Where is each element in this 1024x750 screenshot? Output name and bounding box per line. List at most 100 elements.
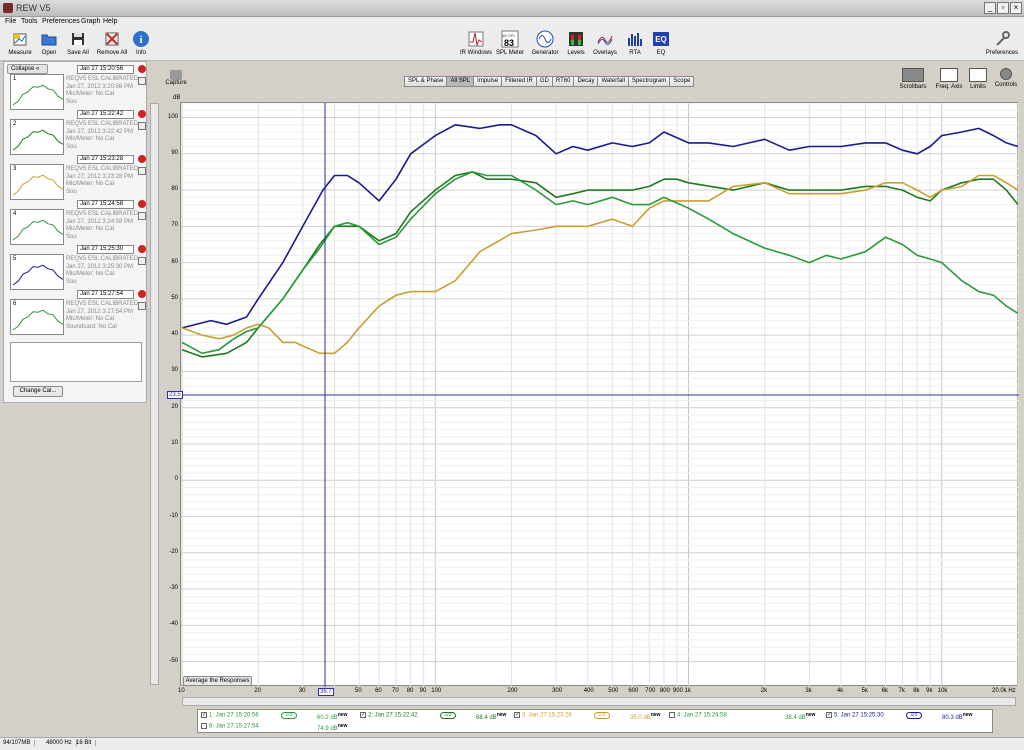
edit-icon[interactable] bbox=[138, 135, 146, 143]
legend-checkbox[interactable] bbox=[669, 712, 675, 718]
thumbnail-curve bbox=[12, 84, 64, 106]
preferences-button[interactable]: Preferences bbox=[982, 30, 1022, 60]
legend-checkbox[interactable]: ✓ bbox=[360, 712, 366, 718]
edit-icon[interactable] bbox=[138, 315, 146, 323]
tab-spl-phase[interactable]: SPL & Phase bbox=[404, 76, 448, 87]
legend-level: 38.4 dBnew bbox=[785, 712, 816, 721]
y-tick-label: -20 bbox=[169, 548, 178, 555]
menu-tools[interactable]: Tools bbox=[21, 18, 37, 25]
spl-graph[interactable] bbox=[180, 102, 1019, 687]
edit-icon[interactable] bbox=[138, 180, 146, 188]
ir-windows-button[interactable]: IR Windows bbox=[458, 30, 494, 60]
edit-icon[interactable] bbox=[138, 270, 146, 278]
tab-gd[interactable]: GD bbox=[535, 76, 553, 87]
cal-checkbox[interactable] bbox=[138, 167, 146, 175]
menu-help[interactable]: Help bbox=[103, 18, 117, 25]
tab-all-spl[interactable]: All SPL bbox=[446, 76, 475, 87]
smoothing-selector[interactable]: 1/3 bbox=[440, 712, 456, 719]
delete-measurement-icon[interactable] bbox=[138, 245, 146, 253]
smoothing-selector[interactable]: 1/3 bbox=[594, 712, 610, 719]
measurement-name-field[interactable]: Jan 27 15:20:56 bbox=[77, 65, 134, 74]
freq-axis-button[interactable]: Freq. Axis bbox=[932, 68, 966, 90]
measurement-thumbnail[interactable]: 3 bbox=[10, 164, 64, 200]
vertical-scrollbar[interactable] bbox=[150, 103, 159, 685]
x-tick-label: 300 bbox=[552, 688, 563, 694]
measurement-thumbnail[interactable]: 5 bbox=[10, 254, 64, 290]
smoothing-badge[interactable]: 1/3 bbox=[594, 712, 610, 719]
limits-button[interactable]: Limits bbox=[966, 68, 990, 90]
menu-graph[interactable]: Graph bbox=[81, 18, 100, 25]
cal-checkbox[interactable] bbox=[138, 122, 146, 130]
legend-checkbox[interactable] bbox=[201, 723, 207, 729]
measurement-thumbnail[interactable]: 4 bbox=[10, 209, 64, 245]
tab-decay[interactable]: Decay bbox=[573, 76, 599, 87]
change-cal-button[interactable]: Change Cal... bbox=[13, 386, 63, 397]
controls-button[interactable]: Controls bbox=[993, 68, 1019, 88]
measurement-info: REQV5 ESL CALIBRATED Jan 27, 2012 3:22:42… bbox=[66, 121, 139, 150]
smoothing-selector[interactable]: 1/3 bbox=[281, 712, 297, 719]
x-tick-label: 20 bbox=[254, 688, 261, 694]
cal-checkbox[interactable] bbox=[138, 77, 146, 85]
capture-button[interactable]: Capture bbox=[165, 70, 187, 86]
x-tick-label: 100 bbox=[431, 688, 442, 694]
legend-checkbox[interactable]: ✓ bbox=[514, 712, 520, 718]
close-button[interactable]: × bbox=[1010, 2, 1022, 14]
delete-measurement-icon[interactable] bbox=[138, 200, 146, 208]
tab-spectrogram[interactable]: Spectrogram bbox=[627, 76, 671, 87]
notes-area[interactable] bbox=[10, 342, 142, 382]
eq-button[interactable]: EQ EQ bbox=[643, 30, 679, 60]
measurement-thumbnail[interactable]: 2 bbox=[10, 119, 64, 155]
cal-checkbox[interactable] bbox=[138, 302, 146, 310]
y-tick-label: 70 bbox=[171, 222, 178, 229]
legend-checkbox[interactable]: ✓ bbox=[826, 712, 832, 718]
legend-label: 4: Jan 27 15:24:58 bbox=[677, 712, 727, 719]
horizontal-scrollbar[interactable] bbox=[182, 697, 1016, 706]
smoothing-badge[interactable]: 1/3 bbox=[440, 712, 456, 719]
menu-file[interactable]: File bbox=[5, 18, 16, 25]
delete-measurement-icon[interactable] bbox=[138, 65, 146, 73]
tab-impulse[interactable]: Impulse bbox=[473, 76, 503, 87]
smoothing-badge[interactable]: 1/3 bbox=[281, 712, 297, 719]
legend-new-tag: new bbox=[805, 712, 816, 718]
status-bar: 94/107MB 48000 Hz 16 Bit bbox=[0, 737, 1024, 750]
spl-meter-button[interactable]: dB SPL 83 SPL Meter bbox=[492, 30, 528, 60]
measurement-item[interactable]: 6 Jan 27 15:27:54 REQV5 ESL CALIBRATED Jan … bbox=[7, 290, 146, 341]
edit-icon[interactable] bbox=[138, 90, 146, 98]
smoothing-badge[interactable]: 1/3 bbox=[906, 712, 922, 719]
tab-waterfall[interactable]: Waterfall bbox=[597, 76, 629, 87]
measurement-name-field[interactable]: Jan 27 15:24:58 bbox=[77, 200, 134, 209]
measurement-name-field[interactable]: Jan 27 15:27:54 bbox=[77, 290, 134, 299]
cal-checkbox[interactable] bbox=[138, 257, 146, 265]
sample-rate-status: 48000 Hz bbox=[46, 740, 77, 746]
rew-window: REW V5 _ ▫ × File Tools Preferences Grap… bbox=[0, 0, 1024, 750]
sine-icon bbox=[536, 30, 554, 48]
scrollbars-button[interactable]: Scrollbars bbox=[898, 68, 928, 90]
legend-level: 60.2 dBnew bbox=[317, 712, 348, 721]
tab-rt60[interactable]: RT60 bbox=[551, 76, 575, 87]
delete-measurement-icon[interactable] bbox=[138, 290, 146, 298]
save-all-button[interactable]: Save All bbox=[60, 30, 96, 60]
smoothing-selector[interactable]: 1/3 bbox=[906, 712, 922, 719]
delete-measurement-icon[interactable] bbox=[138, 110, 146, 118]
average-responses-button[interactable]: Average the Responses bbox=[183, 676, 252, 686]
tab-scope[interactable]: Scope bbox=[669, 76, 695, 87]
measurement-name-field[interactable]: Jan 27 15:23:28 bbox=[77, 155, 134, 164]
restore-button[interactable]: ▫ bbox=[997, 2, 1009, 14]
legend-item: 4: Jan 27 15:24:58 bbox=[669, 712, 727, 719]
cal-checkbox[interactable] bbox=[138, 212, 146, 220]
y-tick-label: 0 bbox=[174, 476, 178, 483]
menu-preferences[interactable]: Preferences bbox=[42, 18, 80, 25]
minimize-button[interactable]: _ bbox=[984, 2, 996, 14]
measurement-thumbnail[interactable]: 6 bbox=[10, 299, 64, 335]
edit-icon[interactable] bbox=[138, 225, 146, 233]
y-tick-label: 40 bbox=[171, 331, 178, 338]
measurement-thumbnail[interactable]: 1 bbox=[10, 74, 64, 110]
x-tick-label: 80 bbox=[406, 688, 414, 694]
legend-checkbox[interactable]: ✓ bbox=[201, 712, 207, 718]
measurement-name-field[interactable]: Jan 27 15:25:30 bbox=[77, 245, 134, 254]
window-title: REW V5 bbox=[16, 3, 51, 13]
info-button[interactable]: i Info bbox=[123, 30, 159, 60]
measurement-name-field[interactable]: Jan 27 15:22:42 bbox=[77, 110, 134, 119]
tab-filtered-ir[interactable]: Filtered IR bbox=[501, 76, 537, 87]
delete-measurement-icon[interactable] bbox=[138, 155, 146, 163]
